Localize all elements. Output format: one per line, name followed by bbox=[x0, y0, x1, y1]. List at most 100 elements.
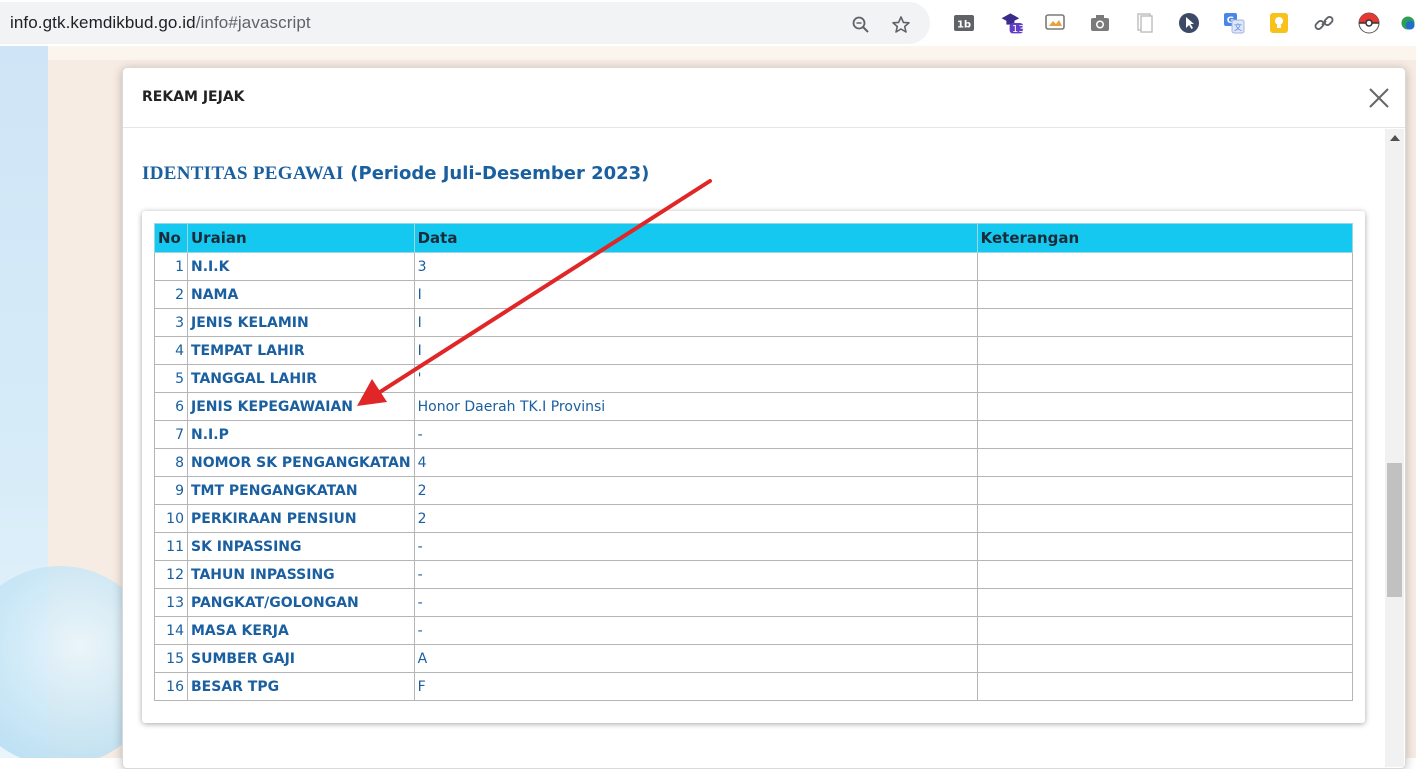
cell-uraian: N.I.K bbox=[187, 252, 415, 281]
table-row: 14 MASA KERJA - bbox=[154, 616, 1354, 645]
cell-keterangan bbox=[976, 616, 1354, 645]
cell-uraian: MASA KERJA bbox=[187, 616, 415, 645]
cell-no: 7 bbox=[154, 420, 188, 449]
cell-keterangan bbox=[976, 476, 1354, 505]
cell-keterangan bbox=[976, 252, 1354, 281]
cell-uraian: PERKIRAAN PENSIUN bbox=[187, 504, 415, 533]
cell-uraian: SK INPASSING bbox=[187, 532, 415, 561]
table-row: 3 JENIS KELAMIN I bbox=[154, 308, 1354, 337]
scrollbar-thumb[interactable] bbox=[1387, 463, 1402, 597]
address-bar[interactable]: info.gtk.kemdikbud.go.id/info#javascript bbox=[0, 2, 930, 44]
table-header-row: No Uraian Data Keterangan bbox=[154, 223, 1354, 253]
cell-no: 4 bbox=[154, 336, 188, 365]
svg-text:1b: 1b bbox=[957, 20, 971, 31]
cell-data: I bbox=[413, 308, 978, 337]
cell-data: - bbox=[413, 420, 978, 449]
column-header-no: No bbox=[154, 223, 188, 253]
browser-toolbar: info.gtk.kemdikbud.go.id/info#javascript… bbox=[0, 0, 1416, 46]
table-row: 5 TANGGAL LAHIR ' bbox=[154, 364, 1354, 393]
table-row: 12 TAHUN INPASSING - bbox=[154, 560, 1354, 589]
scroll-up-arrow-icon[interactable] bbox=[1390, 135, 1400, 141]
cell-no: 3 bbox=[154, 308, 188, 337]
cell-data: I bbox=[413, 336, 978, 365]
section-title-main: IDENTITAS PEGAWAI bbox=[142, 163, 344, 184]
svg-text:文: 文 bbox=[1234, 22, 1242, 32]
cell-uraian: N.I.P bbox=[187, 420, 415, 449]
cell-keterangan bbox=[976, 672, 1354, 701]
modal-header: REKAM JEJAK bbox=[123, 68, 1405, 128]
cell-no: 2 bbox=[154, 280, 188, 309]
cell-keterangan bbox=[976, 644, 1354, 673]
cell-no: 10 bbox=[154, 504, 188, 533]
document-icon[interactable] bbox=[1133, 11, 1157, 35]
cell-no: 14 bbox=[154, 616, 188, 645]
zoom-icon[interactable] bbox=[850, 14, 872, 36]
table-row: 4 TEMPAT LAHIR I bbox=[154, 336, 1354, 365]
cell-uraian: JENIS KEPEGAWAIAN bbox=[187, 392, 415, 421]
cell-uraian: TANGGAL LAHIR bbox=[187, 364, 415, 393]
cell-data: F bbox=[413, 672, 978, 701]
link-icon[interactable] bbox=[1312, 11, 1336, 35]
google-translate-icon[interactable]: G文 bbox=[1222, 11, 1246, 35]
table-row: 13 PANGKAT/GOLONGAN - bbox=[154, 588, 1354, 617]
cell-keterangan bbox=[976, 420, 1354, 449]
table-row: 6 JENIS KEPEGAWAIAN Honor Daerah TK.I Prov… bbox=[154, 392, 1354, 421]
column-header-uraian: Uraian bbox=[187, 223, 415, 253]
cell-data: 3 bbox=[413, 252, 978, 281]
column-header-data: Data bbox=[413, 223, 978, 253]
table-row: 7 N.I.P - bbox=[154, 420, 1354, 449]
cell-keterangan bbox=[976, 308, 1354, 337]
identitas-table-card: No Uraian Data Keterangan 1 N.I.K 3 2 NAMA I 3… bbox=[142, 211, 1365, 723]
cell-no: 5 bbox=[154, 364, 188, 393]
cell-no: 16 bbox=[154, 672, 188, 701]
cell-uraian: BESAR TPG bbox=[187, 672, 415, 701]
url-host: info.gtk.kemdikbud.go.id bbox=[10, 13, 196, 32]
table-row: 16 BESAR TPG F bbox=[154, 672, 1354, 701]
cell-uraian: TAHUN INPASSING bbox=[187, 560, 415, 589]
cell-data: A bbox=[413, 644, 978, 673]
cell-uraian: JENIS KELAMIN bbox=[187, 308, 415, 337]
cell-no: 11 bbox=[154, 532, 188, 561]
cell-keterangan bbox=[976, 504, 1354, 533]
bookmark-star-icon[interactable] bbox=[890, 14, 912, 36]
cell-no: 13 bbox=[154, 588, 188, 617]
cell-data: - bbox=[413, 532, 978, 561]
cell-keterangan bbox=[976, 448, 1354, 477]
cell-data: 2 bbox=[413, 476, 978, 505]
cell-keterangan bbox=[976, 588, 1354, 617]
screen-capture-extension-icon[interactable] bbox=[1043, 11, 1067, 35]
cell-uraian: NOMOR SK PENGANGKATAN bbox=[187, 448, 415, 477]
rekam-jejak-modal: REKAM JEJAK IDENTITAS PEGAWAI (Periode J… bbox=[122, 67, 1406, 769]
table-row: 9 TMT PENGANGKATAN 2 bbox=[154, 476, 1354, 505]
partial-extension-icon[interactable] bbox=[1400, 11, 1416, 35]
cell-data: 2 bbox=[413, 504, 978, 533]
cursor-extension-icon[interactable] bbox=[1177, 11, 1201, 35]
url-text[interactable]: info.gtk.kemdikbud.go.id/info#javascript bbox=[10, 13, 311, 33]
close-icon[interactable] bbox=[1367, 86, 1391, 110]
keep-notes-icon[interactable] bbox=[1267, 11, 1291, 35]
cell-keterangan bbox=[976, 560, 1354, 589]
cell-no: 15 bbox=[154, 644, 188, 673]
cell-keterangan bbox=[976, 336, 1354, 365]
section-title: IDENTITAS PEGAWAI (Periode Juli-Desember… bbox=[142, 162, 649, 185]
graduation-cap-extension-icon[interactable]: 13 bbox=[1000, 11, 1025, 35]
cell-keterangan bbox=[976, 364, 1354, 393]
cell-keterangan bbox=[976, 532, 1354, 561]
table-row: 11 SK INPASSING - bbox=[154, 532, 1354, 561]
pokeball-extension-icon[interactable] bbox=[1357, 11, 1381, 35]
cell-uraian: TEMPAT LAHIR bbox=[187, 336, 415, 365]
modal-scrollbar[interactable] bbox=[1385, 129, 1404, 767]
cell-uraian: TMT PENGANGKATAN bbox=[187, 476, 415, 505]
cell-uraian: NAMA bbox=[187, 280, 415, 309]
identitas-pegawai-table: No Uraian Data Keterangan 1 N.I.K 3 2 NAMA I 3… bbox=[154, 223, 1354, 701]
cell-uraian: PANGKAT/GOLONGAN bbox=[187, 588, 415, 617]
camera-icon[interactable] bbox=[1088, 11, 1112, 35]
table-row: 10 PERKIRAAN PENSIUN 2 bbox=[154, 504, 1354, 533]
table-row: 2 NAMA I bbox=[154, 280, 1354, 309]
toolbar-extension-icon[interactable]: 1b bbox=[952, 11, 976, 35]
section-title-period: (Periode Juli-Desember 2023) bbox=[350, 163, 650, 184]
cell-no: 12 bbox=[154, 560, 188, 589]
cell-data: ' bbox=[413, 364, 978, 393]
cell-data: I bbox=[413, 280, 978, 309]
table-row: 15 SUMBER GAJI A bbox=[154, 644, 1354, 673]
